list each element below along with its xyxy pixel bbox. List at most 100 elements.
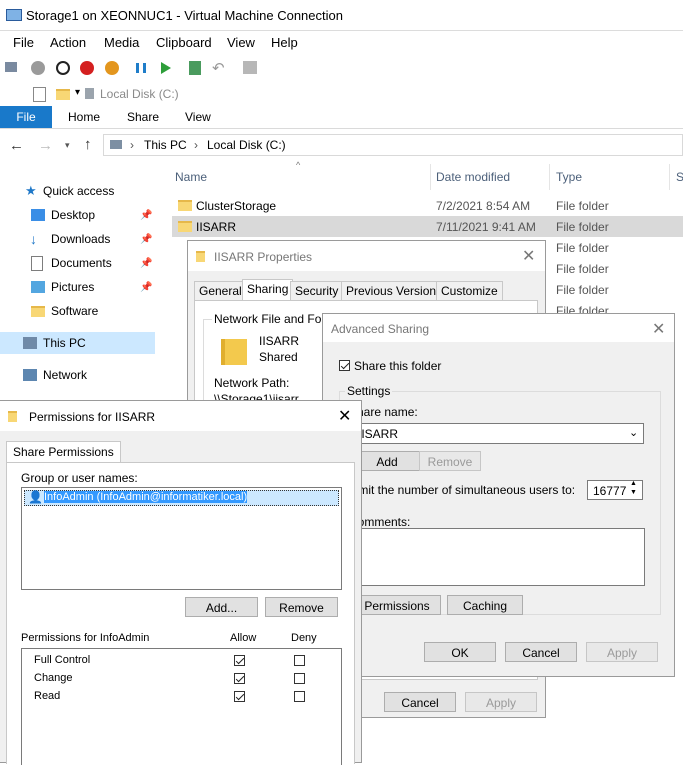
row-type: File folder [556,283,609,297]
spin-down-icon[interactable]: ▼ [630,489,637,496]
shutdown-icon[interactable] [80,61,94,75]
enhanced-session-icon[interactable] [243,61,257,74]
desktop-icon [31,209,45,221]
user-list: 👤 InfoAdmin (InfoAdmin@informatiker.loca… [21,487,342,590]
ribbon-tab-home[interactable]: Home [68,110,100,124]
pc-icon [23,337,37,349]
tab-customize[interactable]: Customize [436,281,503,300]
menu-clipboard[interactable]: Clipboard [156,35,212,50]
menu-action[interactable]: Action [50,35,86,50]
share-permissions-panel: Group or user names: 👤 InfoAdmin (InfoAd… [6,462,355,765]
close-icon[interactable]: ✕ [338,406,351,426]
menu-view[interactable]: View [227,35,255,50]
spin-up-icon[interactable]: ▲ [630,480,637,487]
advanced-title-bar: Advanced Sharing ✕ [323,314,674,342]
turn-off-icon[interactable] [56,61,70,75]
properties-icon[interactable] [33,87,46,102]
properties-title-bar: IISARR Properties ✕ [188,241,545,271]
tab-security[interactable]: Security [290,281,344,300]
advanced-cancel-button[interactable]: Cancel [505,642,577,662]
permissions-remove-button[interactable]: Remove [265,597,338,617]
ribbon-tab-share[interactable]: Share [127,110,159,124]
perm-name: Full Control [34,654,91,666]
folder-icon [178,200,192,211]
column-date-modified[interactable]: Date modified [436,170,510,184]
customize-qat-icon[interactable]: ▾ [75,87,80,98]
nav-pictures[interactable]: Pictures [31,276,94,298]
pause-icon[interactable] [136,63,146,73]
share-remove-button[interactable]: Remove [419,451,481,471]
breadcrumb-this-pc[interactable]: This PC [144,138,187,152]
column-type[interactable]: Type [556,170,582,184]
deny-full-control-checkbox[interactable] [294,655,305,666]
deny-change-checkbox[interactable] [294,673,305,684]
tab-general[interactable]: General [194,281,247,300]
resume-icon[interactable] [161,62,171,74]
menu-media[interactable]: Media [104,35,139,50]
pin-icon: 📌 [140,210,153,221]
comments-textarea[interactable] [349,528,645,586]
recent-locations-icon[interactable]: ▾ [65,140,70,151]
back-icon[interactable]: ← [9,137,24,154]
advanced-sharing-dialog: Advanced Sharing ✕ Share this folder Set… [322,313,675,677]
permissions-button[interactable]: Permissions [353,595,441,615]
perm-name: Read [34,690,61,702]
folder-icon [31,306,45,317]
pc-icon [110,140,122,149]
column-divider[interactable] [669,164,670,190]
nav-this-pc[interactable]: This PC [23,332,86,354]
column-name[interactable]: Name [175,170,207,184]
nav-quick-access[interactable]: ★ Quick access [25,180,114,202]
tab-sharing[interactable]: Sharing [242,279,294,300]
column-divider[interactable] [430,164,431,190]
row-type: File folder [556,241,609,255]
allow-change-checkbox[interactable] [234,673,245,684]
menu-help[interactable]: Help [271,35,298,50]
nav-software[interactable]: Software [31,300,98,322]
nav-desktop[interactable]: Desktop [31,204,96,226]
up-icon[interactable]: ↑ [84,136,92,153]
share-add-button[interactable]: Add [353,451,421,471]
properties-apply-button[interactable]: Apply [465,692,537,712]
nav-downloads[interactable]: ↓ Downloads [30,228,110,250]
revert-icon[interactable]: ↶ [212,59,225,77]
documents-icon [31,256,43,271]
column-size[interactable]: S [676,170,683,184]
close-icon[interactable]: ✕ [522,246,535,266]
address-bar[interactable]: › This PC › Local Disk (C:) [103,134,683,156]
menu-file[interactable]: File [13,35,34,50]
nav-network[interactable]: Network [23,364,87,386]
allow-read-checkbox[interactable] [234,691,245,702]
tab-previous-versions[interactable]: Previous Versions [341,281,448,300]
close-icon[interactable]: ✕ [652,319,665,339]
forward-icon[interactable]: → [38,137,53,154]
user-icon: 👤 [28,490,43,504]
tab-share-permissions[interactable]: Share Permissions [6,441,121,463]
limit-users-spinner[interactable]: 16777 ▲ ▼ [587,480,643,500]
new-folder-icon[interactable] [56,89,70,100]
ctrl-alt-del-icon[interactable] [5,62,17,72]
allow-full-control-checkbox[interactable] [234,655,245,666]
settings-label: Settings [345,384,393,398]
start-icon[interactable] [31,61,45,75]
properties-cancel-button[interactable]: Cancel [384,692,456,712]
vm-menu-bar: File Action Media Clipboard View Help [0,31,683,53]
advanced-ok-button[interactable]: OK [424,642,496,662]
ribbon-tab-file[interactable]: File [0,106,52,128]
row-type: File folder [556,262,609,276]
advanced-apply-button[interactable]: Apply [586,642,658,662]
list-item: InfoAdmin (InfoAdmin@informatiker.local) [44,491,248,503]
nav-label: Desktop [51,208,96,222]
ribbon-tab-view[interactable]: View [185,110,211,124]
checkpoint-icon[interactable] [189,61,201,75]
share-this-folder-checkbox[interactable] [339,360,350,371]
column-divider[interactable] [549,164,550,190]
nav-documents[interactable]: Documents [31,252,112,274]
deny-read-checkbox[interactable] [294,691,305,702]
breadcrumb-local-disk[interactable]: Local Disk (C:) [207,138,286,152]
permissions-add-button[interactable]: Add... [185,597,258,617]
row-date: 7/11/2021 9:41 AM [436,220,536,234]
share-name-dropdown[interactable]: IISARR ⌄ [349,423,644,444]
caching-button[interactable]: Caching [447,595,523,615]
save-state-icon[interactable] [105,61,119,75]
